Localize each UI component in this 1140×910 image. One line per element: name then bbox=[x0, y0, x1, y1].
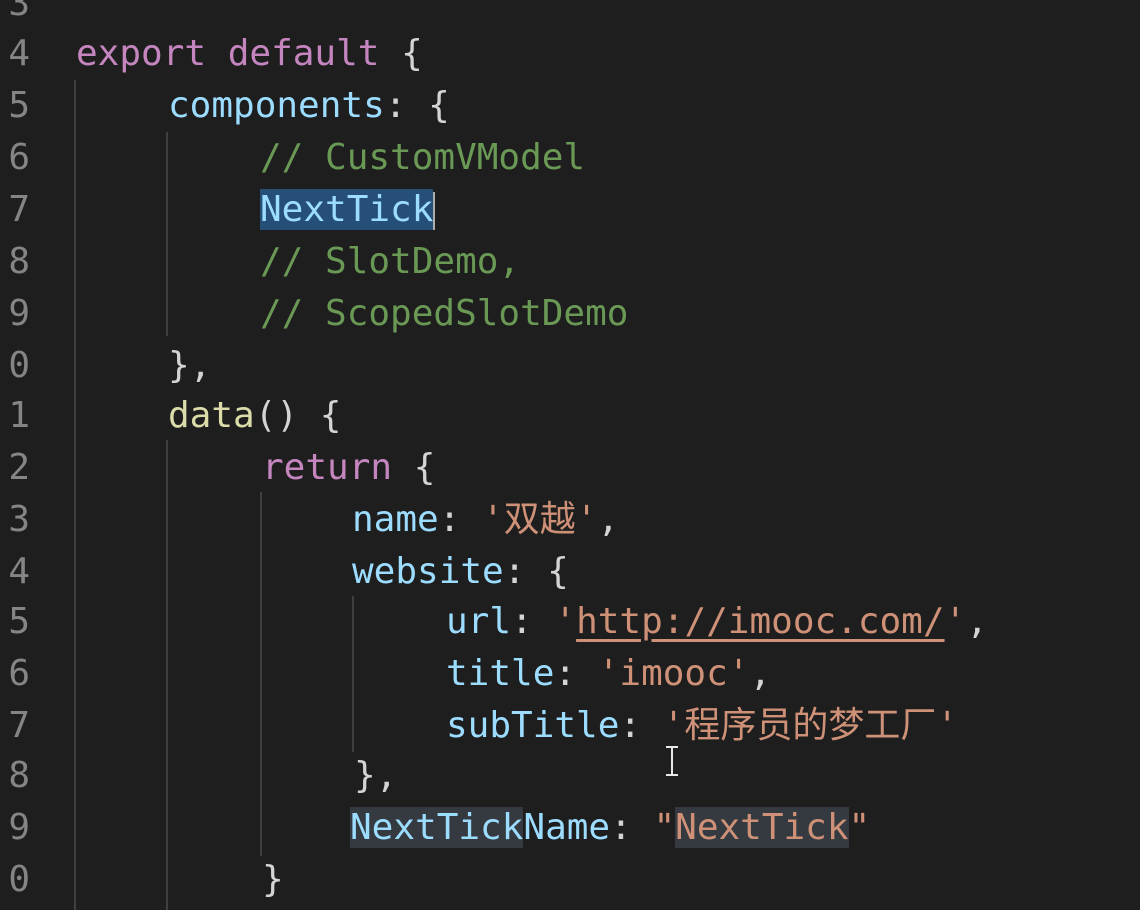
code-token: } bbox=[262, 859, 284, 900]
code-token: , bbox=[749, 653, 772, 694]
code-token: ' bbox=[944, 601, 967, 642]
line-number: 5 bbox=[8, 601, 30, 642]
code-text[interactable]: }, bbox=[168, 340, 211, 392]
code-line[interactable]: 8}, bbox=[0, 750, 1140, 802]
code-token: () { bbox=[254, 395, 342, 436]
code-line[interactable]: 9 NextTickName: "NextTick" bbox=[0, 802, 1140, 854]
code-line[interactable]: 7 NextTick bbox=[0, 184, 1140, 236]
line-number: 8 bbox=[8, 241, 30, 282]
code-token: components bbox=[168, 85, 385, 126]
code-token: '双越' bbox=[482, 499, 598, 540]
line-number: 4 bbox=[8, 551, 30, 592]
code-line[interactable]: 6 // CustomVModel bbox=[0, 132, 1140, 184]
code-line[interactable]: 3 name: '双越', bbox=[0, 494, 1140, 546]
code-token: url bbox=[446, 601, 512, 642]
code-token: data bbox=[168, 395, 255, 436]
line-number: 8 bbox=[8, 755, 30, 796]
code-text[interactable]: // SlotDemo, bbox=[260, 236, 520, 288]
line-number: 2 bbox=[8, 447, 30, 488]
code-text[interactable]: name: '双越', bbox=[352, 494, 619, 546]
code-token: // SlotDemo, bbox=[260, 241, 521, 282]
code-token: title bbox=[446, 653, 555, 694]
line-number: 6 bbox=[8, 653, 30, 694]
line-number: 9 bbox=[8, 293, 30, 334]
code-token: }, bbox=[354, 755, 398, 796]
code-text[interactable]: components: { bbox=[168, 80, 450, 132]
code-token: }, bbox=[168, 345, 212, 386]
text-caret bbox=[433, 192, 436, 230]
code-token: : bbox=[511, 601, 555, 642]
code-token: // ScopedSlotDemo bbox=[260, 293, 629, 334]
code-line[interactable]: 3 bbox=[0, 0, 1140, 30]
code-token: Name bbox=[523, 807, 611, 848]
code-token: 'imooc' bbox=[597, 653, 750, 694]
code-text[interactable]: // ScopedSlotDemo bbox=[260, 288, 628, 340]
code-token: return bbox=[262, 447, 393, 488]
code-line[interactable]: 7 subTitle: '程序员的梦工厂' bbox=[0, 700, 1140, 752]
line-number: 3 bbox=[8, 0, 30, 24]
code-text[interactable]: return { bbox=[262, 442, 435, 494]
code-token: NextTick bbox=[350, 807, 524, 848]
code-line[interactable]: 4 export default { bbox=[0, 28, 1140, 80]
code-token: " bbox=[653, 807, 676, 848]
code-token: { bbox=[392, 447, 436, 488]
code-line[interactable]: 1 data() { bbox=[0, 390, 1140, 442]
code-token: : bbox=[619, 705, 663, 746]
code-line[interactable]: 9 // ScopedSlotDemo bbox=[0, 288, 1140, 340]
code-line[interactable]: 5 components: { bbox=[0, 80, 1140, 132]
code-line[interactable]: 2 return { bbox=[0, 442, 1140, 494]
code-line[interactable]: 8 // SlotDemo, bbox=[0, 236, 1140, 288]
code-text[interactable]: } bbox=[262, 854, 284, 906]
code-text[interactable]: NextTick bbox=[260, 184, 436, 236]
code-editor[interactable]: 3 4 export default {5 components: {6// Cust… bbox=[0, 0, 1140, 910]
line-number: 6 bbox=[8, 137, 30, 178]
code-text[interactable]: NextTickName: "NextTick" bbox=[350, 802, 870, 854]
line-number: 0 bbox=[8, 345, 30, 386]
code-text[interactable]: }, bbox=[354, 750, 397, 802]
code-token: " bbox=[848, 807, 871, 848]
code-token: NextTick bbox=[675, 807, 849, 848]
code-token: http://imooc.com/ bbox=[576, 601, 945, 642]
code-line[interactable]: 5 url: 'http://imooc.com/', bbox=[0, 596, 1140, 648]
line-number: 5 bbox=[8, 85, 30, 126]
code-text[interactable]: data() { bbox=[168, 390, 341, 442]
code-token: name bbox=[352, 499, 439, 540]
line-number: 7 bbox=[8, 705, 30, 746]
code-token: , bbox=[966, 601, 988, 642]
code-token: '程序员的梦工厂' bbox=[662, 705, 959, 746]
line-number: 4 bbox=[8, 33, 30, 74]
code-text[interactable]: website: { bbox=[352, 546, 569, 598]
line-number: 0 bbox=[8, 859, 30, 900]
code-text[interactable]: title: 'imooc', bbox=[446, 648, 771, 700]
code-token: : bbox=[438, 499, 483, 540]
code-token: : bbox=[554, 653, 598, 694]
code-token: website bbox=[352, 551, 504, 592]
code-token: export default bbox=[76, 33, 380, 74]
code-token: : { bbox=[384, 85, 450, 126]
line-number: 3 bbox=[8, 499, 30, 540]
code-token: : { bbox=[503, 551, 569, 592]
code-text[interactable]: export default { bbox=[76, 28, 423, 80]
code-line[interactable]: 0}, bbox=[0, 340, 1140, 392]
code-line[interactable]: 0} bbox=[0, 854, 1140, 906]
code-line[interactable]: 4 website: { bbox=[0, 546, 1140, 598]
code-token: ' bbox=[554, 601, 577, 642]
line-number: 7 bbox=[8, 189, 30, 230]
code-text[interactable]: // CustomVModel bbox=[260, 132, 585, 184]
line-number: 1 bbox=[8, 395, 30, 436]
code-token: // CustomVModel bbox=[260, 137, 586, 178]
code-text[interactable]: subTitle: '程序员的梦工厂' bbox=[446, 700, 958, 752]
code-token: NextTick bbox=[260, 189, 434, 230]
line-number: 9 bbox=[8, 807, 30, 848]
code-token: subTitle bbox=[446, 705, 620, 746]
code-text[interactable]: url: 'http://imooc.com/', bbox=[446, 596, 988, 648]
code-token: { bbox=[379, 33, 423, 74]
code-token: , bbox=[597, 499, 620, 540]
code-line[interactable]: 6 title: 'imooc', bbox=[0, 648, 1140, 700]
code-token: : bbox=[610, 807, 654, 848]
